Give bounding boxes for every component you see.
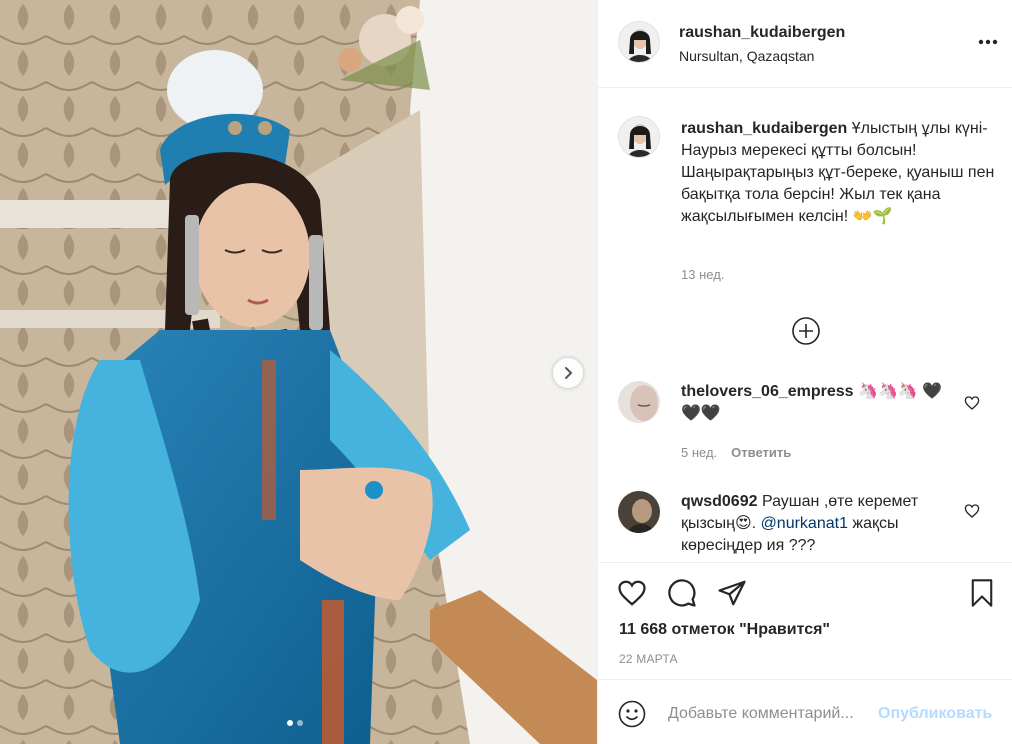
- paper-plane-icon: [718, 580, 746, 606]
- share-button[interactable]: [716, 577, 748, 609]
- caption-username[interactable]: raushan_kudaibergen: [681, 120, 847, 137]
- comment-icon: [668, 579, 696, 607]
- avatar-image: [618, 381, 660, 423]
- avatar-image: [619, 117, 659, 157]
- comment-button[interactable]: [666, 577, 698, 609]
- bookmark-icon: [971, 579, 993, 607]
- comment-like-button[interactable]: [964, 395, 980, 411]
- emoji-picker-button[interactable]: [618, 700, 646, 728]
- post-header: raushan_kudaibergen Nursultan, Qazaqstan: [598, 0, 1012, 88]
- heart-icon: [618, 580, 646, 606]
- plus-circle-icon: [792, 317, 820, 345]
- author-avatar[interactable]: [618, 21, 660, 63]
- carousel-dot-1: [287, 720, 293, 726]
- like-button[interactable]: [616, 577, 648, 609]
- reply-button[interactable]: Ответить: [731, 445, 791, 460]
- more-horizontal-icon: [978, 39, 998, 45]
- avatar-image: [619, 22, 659, 62]
- add-comment-bar: Опубликовать: [598, 679, 1012, 744]
- comment-like-button[interactable]: [964, 503, 980, 519]
- load-more-comments-button[interactable]: [791, 316, 821, 346]
- next-slide-button[interactable]: [553, 358, 583, 388]
- avatar-image: [618, 491, 660, 533]
- comment-time[interactable]: 5 нед.: [681, 445, 717, 460]
- post-location[interactable]: Nursultan, Qazaqstan: [679, 48, 814, 64]
- post-photo[interactable]: [0, 0, 597, 744]
- comment-text: thelovers_06_empress 🦄🦄🦄 🖤🖤🖤: [681, 381, 951, 425]
- comments-list[interactable]: raushan_kudaibergen Ұлыстың ұлы күні-Нау…: [598, 89, 1012, 562]
- heart-icon: [964, 504, 980, 518]
- author-username[interactable]: raushan_kudaibergen: [679, 24, 845, 42]
- post-side-panel: raushan_kudaibergen Nursultan, Qazaqstan…: [597, 0, 1012, 744]
- chevron-right-icon: [565, 367, 573, 379]
- comment-username[interactable]: qwsd0692: [681, 493, 757, 510]
- commenter-avatar[interactable]: [618, 381, 660, 423]
- commenter-avatar[interactable]: [618, 491, 660, 533]
- post-comment-button[interactable]: Опубликовать: [878, 705, 992, 723]
- smile-icon: [618, 700, 646, 728]
- post-image: [0, 0, 597, 744]
- carousel-dot-2: [297, 720, 303, 726]
- comment-mention-link[interactable]: @nurkanat1: [761, 515, 848, 532]
- likes-count[interactable]: 11 668 отметок "Нравится": [619, 621, 830, 639]
- comment-input[interactable]: [668, 702, 874, 726]
- caption-time[interactable]: 13 нед.: [681, 267, 724, 282]
- comment-text: qwsd0692 Раушан ,өте керемет қызсың😍. @n…: [681, 491, 951, 557]
- carousel-indicator: [287, 720, 303, 726]
- post-actions: 11 668 отметок "Нравится" 22 МАРТА: [598, 562, 1012, 678]
- post-date[interactable]: 22 МАРТА: [619, 652, 678, 666]
- more-options-button[interactable]: [976, 30, 1000, 54]
- comment-meta: 5 нед. Ответить: [681, 445, 791, 460]
- caption-text: raushan_kudaibergen Ұлыстың ұлы күні-Нау…: [681, 118, 997, 228]
- comment-username[interactable]: thelovers_06_empress: [681, 383, 854, 400]
- save-button[interactable]: [966, 577, 998, 609]
- heart-icon: [964, 396, 980, 410]
- caption-avatar[interactable]: [618, 116, 660, 158]
